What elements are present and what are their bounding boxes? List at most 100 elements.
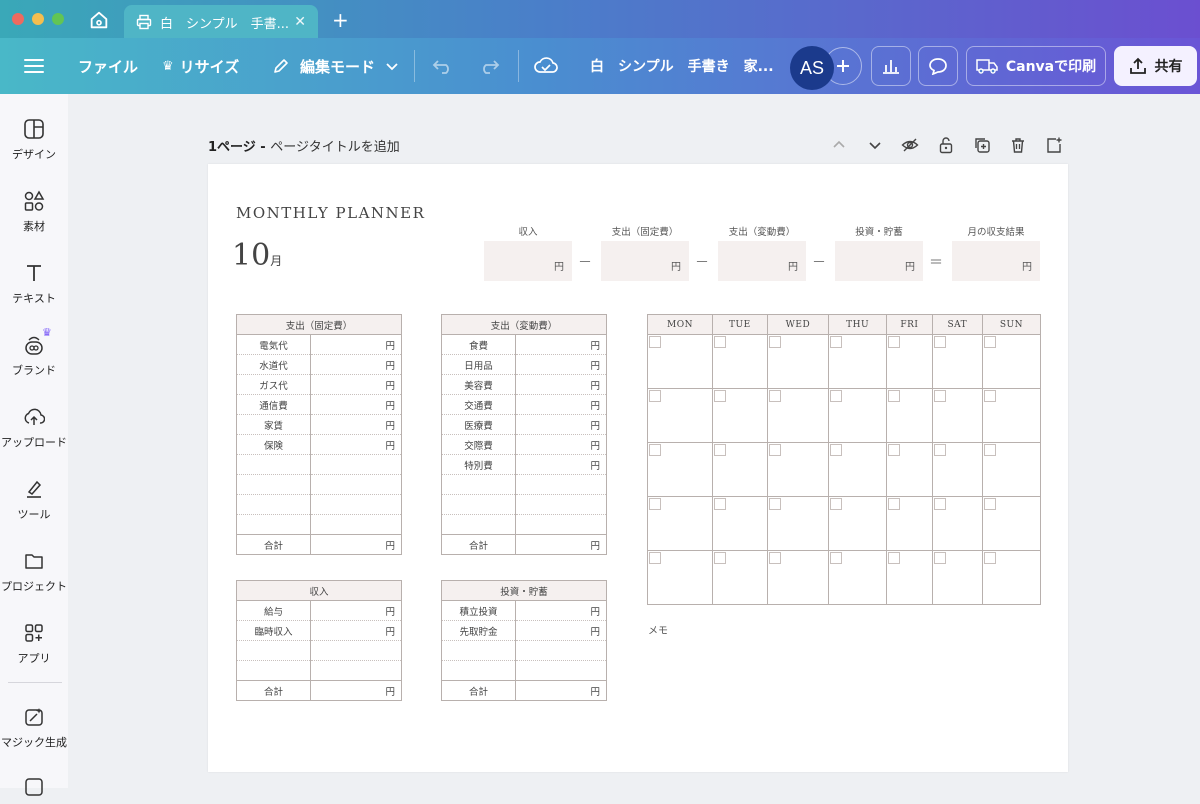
empty-cell bbox=[515, 474, 607, 495]
document-tab[interactable]: 白 シンプル 手書... ✕ bbox=[124, 5, 318, 39]
trash-icon[interactable] bbox=[1009, 136, 1027, 154]
calendar-day-cell[interactable] bbox=[885, 496, 933, 551]
calendar-day-cell[interactable] bbox=[647, 388, 713, 443]
planner-title[interactable]: MONTHLY PLANNER bbox=[236, 204, 425, 222]
calendar-day-cell[interactable] bbox=[931, 550, 983, 605]
file-menu[interactable]: ファイル bbox=[78, 38, 138, 94]
calendar-day-cell[interactable] bbox=[931, 388, 983, 443]
sidebar-item-elements[interactable]: 素材 bbox=[0, 190, 68, 234]
calendar-day-cell[interactable] bbox=[828, 550, 887, 605]
sidebar-item-design[interactable]: デザイン bbox=[0, 118, 68, 162]
calendar-day-cell[interactable] bbox=[647, 550, 713, 605]
design-page[interactable]: MONTHLY PLANNER 10月 収入 支出（固定費） 支出（変動費） 投… bbox=[208, 164, 1068, 772]
yen-label: 円 bbox=[788, 262, 798, 273]
hide-icon[interactable] bbox=[901, 136, 919, 154]
calendar-day-cell[interactable] bbox=[712, 388, 768, 443]
calendar-day-cell[interactable] bbox=[712, 496, 768, 551]
empty-cell bbox=[236, 474, 311, 495]
summary-box-fixed[interactable]: 円 bbox=[601, 241, 689, 281]
calendar-day-cell[interactable] bbox=[931, 334, 983, 389]
calendar-day-cell[interactable] bbox=[828, 388, 887, 443]
calendar-day-cell[interactable] bbox=[885, 388, 933, 443]
calendar-day-cell[interactable] bbox=[885, 442, 933, 497]
fixed-expense-table[interactable]: 支出（固定費） 電気代円 水道代円 ガス代円 通信費円 家賃円 保険円 合計円 bbox=[236, 314, 402, 555]
calendar-day-cell[interactable] bbox=[981, 334, 1042, 389]
calendar-day-cell[interactable] bbox=[981, 388, 1042, 443]
row-label: 臨時収入 bbox=[236, 620, 311, 641]
variable-expense-table[interactable]: 支出（変動費） 食費円 日用品円 美容費円 交通費円 医療費円 交際費円 特別費… bbox=[441, 314, 607, 555]
sidebar-item-projects[interactable]: プロジェクト bbox=[0, 550, 68, 594]
insights-button[interactable] bbox=[871, 46, 911, 86]
month-display[interactable]: 10月 bbox=[232, 238, 282, 273]
redo-button[interactable] bbox=[478, 38, 500, 94]
date-box bbox=[933, 552, 946, 564]
calendar-day-cell[interactable] bbox=[766, 442, 830, 497]
calendar-day-cell[interactable] bbox=[766, 496, 830, 551]
sidebar-item-upload[interactable]: アップロード bbox=[0, 406, 68, 450]
row-label: 家賃 bbox=[236, 414, 311, 435]
calendar-day-cell[interactable] bbox=[828, 496, 887, 551]
add-page-icon[interactable] bbox=[1045, 136, 1063, 154]
sidebar-item-tools[interactable]: ツール bbox=[0, 478, 68, 522]
sidebar-item-apps[interactable]: アプリ bbox=[0, 622, 68, 666]
calendar-day-cell[interactable] bbox=[828, 442, 887, 497]
close-window-button[interactable] bbox=[12, 13, 24, 25]
yen-cell: 円 bbox=[515, 680, 607, 701]
sidebar-item-more[interactable] bbox=[0, 776, 68, 804]
calendar-day-cell[interactable] bbox=[981, 442, 1042, 497]
save-status-button[interactable] bbox=[534, 38, 558, 94]
home-icon[interactable] bbox=[88, 9, 110, 31]
calendar-day-cell[interactable] bbox=[828, 334, 887, 389]
summary-box-result[interactable]: 円 bbox=[952, 241, 1040, 281]
calendar-day-cell[interactable] bbox=[647, 496, 713, 551]
date-box bbox=[983, 444, 996, 456]
document-title[interactable]: 白 シンプル 手書き 家... bbox=[590, 38, 774, 94]
sidebar-item-magic[interactable]: マジック生成 bbox=[0, 706, 68, 750]
calendar-day-cell[interactable] bbox=[931, 496, 983, 551]
minimize-window-button[interactable] bbox=[32, 13, 44, 25]
new-tab-button[interactable]: + bbox=[332, 8, 349, 32]
chevron-up-icon[interactable] bbox=[830, 136, 848, 154]
print-with-canva-button[interactable]: Canvaで印刷 bbox=[966, 46, 1106, 86]
calendar-day-cell[interactable] bbox=[981, 550, 1042, 605]
investment-table[interactable]: 投資・貯蓄 積立投資円 先取貯金円 合計円 bbox=[441, 580, 607, 701]
calendar-day-cell[interactable] bbox=[712, 442, 768, 497]
undo-button[interactable] bbox=[432, 38, 454, 94]
resize-button[interactable]: ♛ リサイズ bbox=[162, 38, 239, 94]
calendar-day-cell[interactable] bbox=[712, 334, 768, 389]
calendar-day-cell[interactable] bbox=[885, 334, 933, 389]
lock-icon[interactable] bbox=[937, 136, 955, 154]
date-box bbox=[649, 390, 661, 402]
menu-button[interactable] bbox=[24, 38, 44, 94]
tab-close-icon[interactable]: ✕ bbox=[294, 14, 306, 30]
memo-label[interactable]: メモ bbox=[648, 622, 668, 637]
calendar-day-cell[interactable] bbox=[766, 334, 830, 389]
income-table[interactable]: 収入 給与円 臨時収入円 合計円 bbox=[236, 580, 402, 701]
duplicate-icon[interactable] bbox=[973, 136, 991, 154]
maximize-window-button[interactable] bbox=[52, 13, 64, 25]
calendar-day-cell[interactable] bbox=[981, 496, 1042, 551]
crown-icon: ♛ bbox=[162, 58, 174, 74]
calendar-day-cell[interactable] bbox=[647, 334, 713, 389]
calendar-day-cell[interactable] bbox=[766, 550, 830, 605]
comment-button[interactable] bbox=[918, 46, 958, 86]
chevron-down-icon[interactable] bbox=[866, 136, 884, 154]
edit-mode-dropdown[interactable]: 編集モード bbox=[272, 38, 399, 94]
page-title-bar[interactable]: 1ページ - ページタイトルを追加 bbox=[208, 136, 400, 155]
calendar-day-cell[interactable] bbox=[885, 550, 933, 605]
share-button[interactable]: 共有 bbox=[1114, 46, 1197, 86]
calendar-day-cell[interactable] bbox=[647, 442, 713, 497]
sidebar-item-text[interactable]: テキスト bbox=[0, 262, 68, 306]
yen-cell: 円 bbox=[515, 334, 607, 355]
calendar-day-cell[interactable] bbox=[766, 388, 830, 443]
sidebar-item-brand[interactable]: ♛ ブランド bbox=[0, 326, 68, 378]
user-avatar[interactable]: AS bbox=[790, 46, 834, 90]
summary-box-variable[interactable]: 円 bbox=[718, 241, 806, 281]
calendar-grid[interactable]: MON TUE WED THU FRI SAT SUN bbox=[647, 314, 1042, 605]
summary-box-invest[interactable]: 円 bbox=[835, 241, 923, 281]
calendar-day-cell[interactable] bbox=[931, 442, 983, 497]
calendar-day-cell[interactable] bbox=[712, 550, 768, 605]
month-unit: 月 bbox=[270, 254, 283, 268]
row-label: 積立投資 bbox=[441, 600, 516, 621]
summary-box-income[interactable]: 円 bbox=[484, 241, 572, 281]
